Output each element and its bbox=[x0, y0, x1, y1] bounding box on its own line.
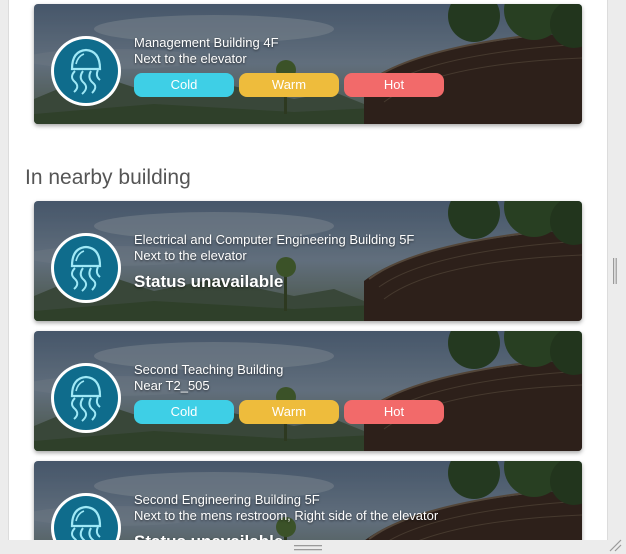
main-panel: Management Building 4F Next to the eleva… bbox=[8, 0, 608, 540]
warm-button[interactable]: Warm bbox=[239, 400, 339, 424]
fountain-card-management: Management Building 4F Next to the eleva… bbox=[34, 4, 582, 124]
warm-button[interactable]: Warm bbox=[239, 73, 339, 97]
jellyfish-icon bbox=[50, 362, 122, 434]
cold-button[interactable]: Cold bbox=[134, 400, 234, 424]
section-title: In nearby building bbox=[25, 166, 191, 189]
horizontal-resize-handle[interactable] bbox=[294, 545, 322, 552]
building-name: Electrical and Computer Engineering Buil… bbox=[134, 232, 415, 247]
jellyfish-icon bbox=[50, 492, 122, 540]
location-text: Next to the elevator bbox=[134, 51, 247, 66]
fountain-card-ece: Electrical and Computer Engineering Buil… bbox=[34, 201, 582, 321]
location-text: Next to the mens restroom, Right side of… bbox=[134, 508, 439, 523]
status-text: Status unavailable bbox=[134, 272, 284, 291]
jellyfish-icon bbox=[50, 35, 122, 107]
building-name: Second Engineering Building 5F bbox=[134, 492, 320, 507]
jellyfish-icon bbox=[50, 232, 122, 304]
building-name: Second Teaching Building bbox=[134, 362, 284, 377]
location-text: Next to the elevator bbox=[134, 248, 247, 263]
hot-button[interactable]: Hot bbox=[344, 73, 444, 97]
building-name: Management Building 4F bbox=[134, 35, 279, 50]
status-text: Status unavailable bbox=[134, 532, 438, 540]
vertical-resize-handle[interactable] bbox=[613, 258, 617, 284]
fountain-card-second-engineering: Second Engineering Building 5F Next to t… bbox=[34, 461, 582, 540]
resize-grip-icon[interactable] bbox=[606, 538, 622, 552]
cold-button[interactable]: Cold bbox=[134, 73, 234, 97]
location-text: Near T2_505 bbox=[134, 378, 210, 393]
fountain-card-teaching: Second Teaching Building Near T2_505 Col… bbox=[34, 331, 582, 451]
hot-button[interactable]: Hot bbox=[344, 400, 444, 424]
